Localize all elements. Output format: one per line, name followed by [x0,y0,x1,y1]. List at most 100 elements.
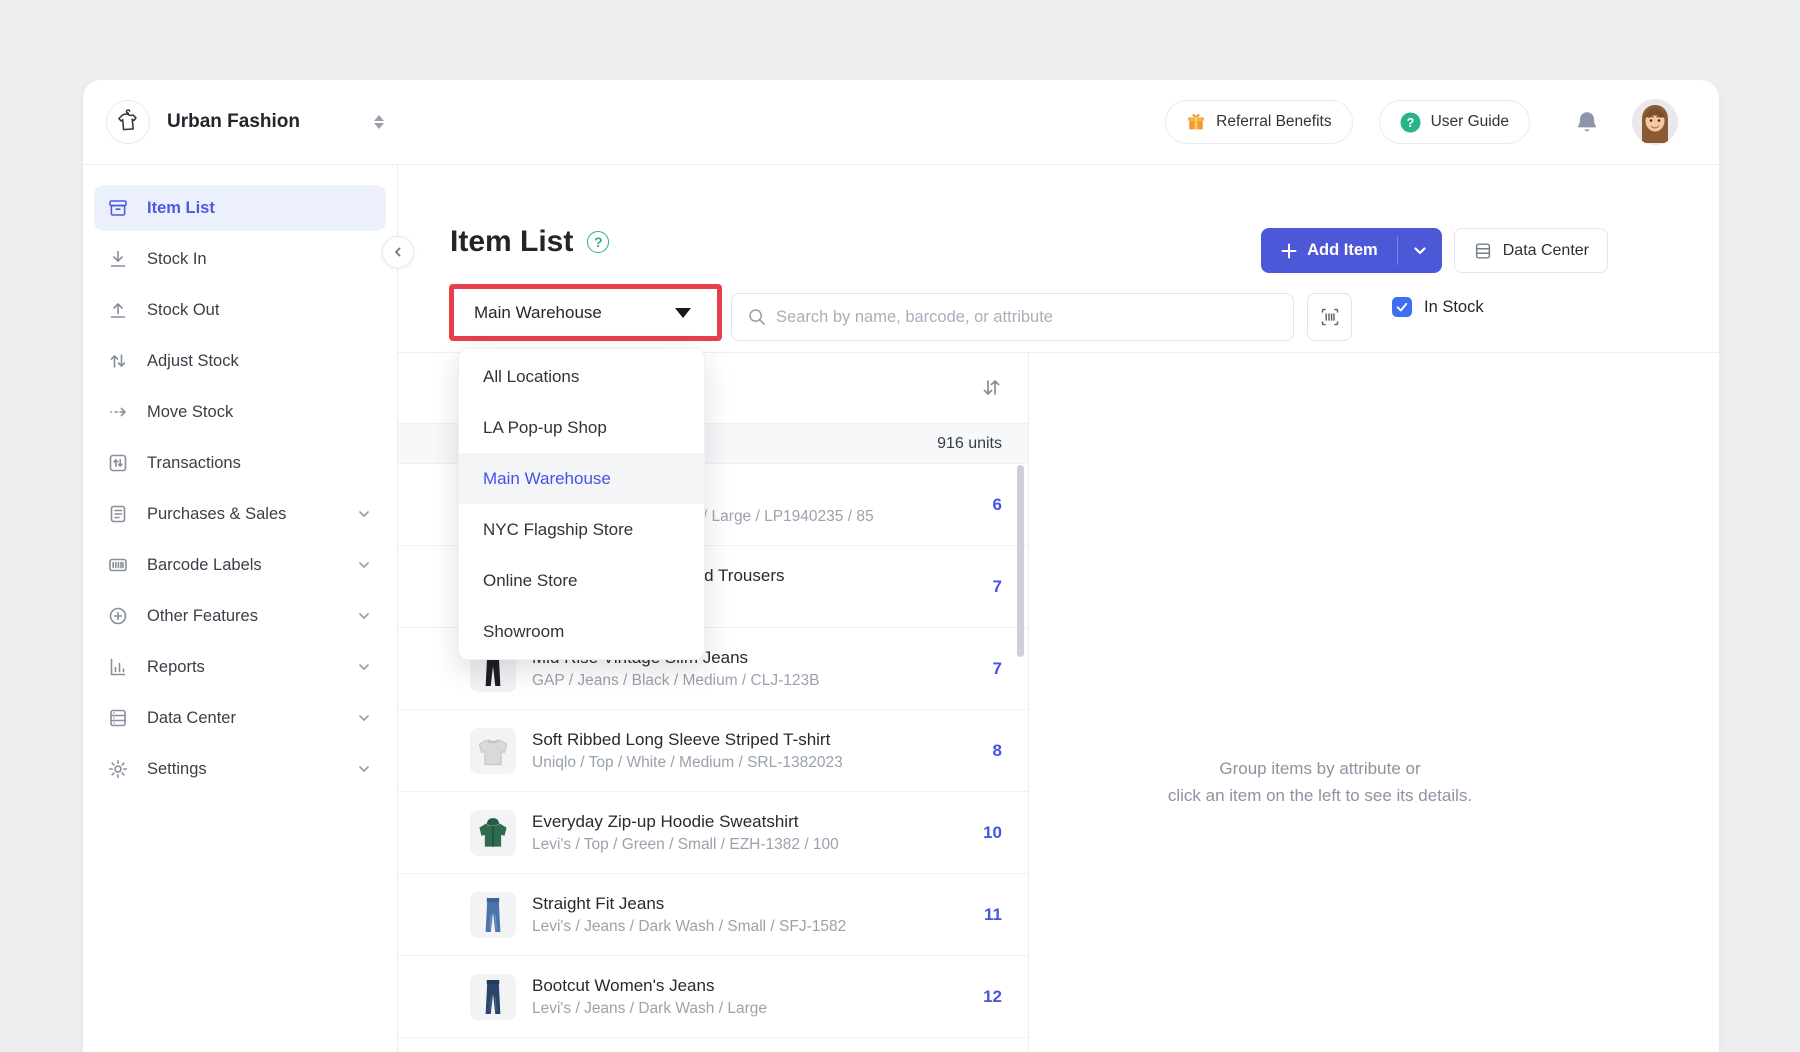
plus-icon [1280,242,1298,260]
user-avatar[interactable] [1632,99,1678,145]
sidebar-item-label: Data Center [147,709,236,728]
item-thumbnail-jeans-dark [470,974,516,1020]
item-attributes: h / Large / LP1940235 / 85 [690,506,874,528]
item-title: Soft Ribbed Long Sleeve Striped T-shirt [532,728,843,752]
help-icon[interactable]: ? [587,231,609,253]
in-stock-filter[interactable]: In Stock [1392,297,1484,317]
user-guide-label: User Guide [1431,113,1509,131]
search-bar [731,293,1294,341]
sidebar-item-other-features[interactable]: Other Features [94,593,386,639]
item-thumbnail-jeans-blue [470,892,516,938]
in-stock-label: In Stock [1424,298,1484,317]
item-row[interactable]: Bootcut Women's Jeans Levi's / Jeans / D… [398,956,1028,1038]
sidebar-item-barcode-labels[interactable]: Barcode Labels [94,542,386,588]
chevron-down-icon [356,710,372,726]
item-quantity: 7 [983,577,1002,597]
archive-box-icon [107,197,129,219]
sidebar-item-label: Transactions [147,454,241,473]
item-quantity: 6 [983,495,1002,515]
sidebar-item-item-list[interactable]: Item List [94,185,386,231]
data-center-button[interactable]: Data Center [1454,228,1608,273]
workspace-logo[interactable] [106,100,150,144]
warehouse-dropdown-menu: All Locations LA Pop-up Shop Main Wareho… [458,348,705,660]
item-title [690,482,874,506]
user-guide-button[interactable]: ? User Guide [1379,100,1530,144]
item-detail-panel: Group items by attribute or click an ite… [1029,353,1719,1052]
page-title: Item List ? [450,225,609,259]
sort-icon[interactable] [978,375,1004,401]
chevron-down-icon [356,557,372,573]
empty-state-message: Group items by attribute or click an ite… [1029,755,1611,809]
sidebar-item-label: Adjust Stock [147,352,239,371]
item-quantity: 7 [983,659,1002,679]
sidebar-item-data-center[interactable]: Data Center [94,695,386,741]
sidebar-item-stock-in[interactable]: Stock In [94,236,386,282]
dropdown-option-nyc-flagship-store[interactable]: NYC Flagship Store [459,504,704,555]
sidebar-item-move-stock[interactable]: Move Stock [94,389,386,435]
barcode-icon [107,554,129,576]
sidebar-item-settings[interactable]: Settings [94,746,386,792]
dropdown-option-online-store[interactable]: Online Store [459,555,704,606]
referral-benefits-button[interactable]: Referral Benefits [1165,100,1352,144]
sidebar-item-adjust-stock[interactable]: Adjust Stock [94,338,386,384]
search-icon [747,307,767,327]
sidebar-item-label: Other Features [147,607,258,626]
item-attributes: Levi's / Jeans / Dark Wash / Small / SFJ… [532,916,846,938]
add-item-dropdown-toggle[interactable] [1398,228,1442,273]
item-row[interactable]: Soft Ribbed Long Sleeve Striped T-shirt … [398,710,1028,792]
bar-chart-icon [107,656,129,678]
item-attributes: Levi's / Jeans / Dark Wash / Large [532,998,767,1020]
app-header: Urban Fashion Referral Benefits [83,80,1719,165]
item-quantity: 12 [973,987,1002,1007]
item-title: Everyday Zip-up Hoodie Sweatshirt [532,810,839,834]
item-attributes: GAP / Jeans / Black / Medium / CLJ-123B [532,670,819,692]
in-stock-checkbox[interactable] [1392,297,1412,317]
barcode-scan-icon [1319,306,1341,328]
main-area: Item List ? Add Item [398,165,1719,1052]
gear-icon [107,758,129,780]
chevron-down-icon [1412,243,1428,259]
warehouse-select-value: Main Warehouse [474,303,602,323]
sidebar-item-label: Purchases & Sales [147,505,286,524]
referral-benefits-label: Referral Benefits [1216,113,1331,131]
add-item-label: Add Item [1307,241,1378,260]
sidebar-item-label: Item List [147,199,215,218]
workspace-switcher-caret-icon[interactable] [374,115,384,129]
sidebar-item-label: Stock In [147,250,207,269]
warehouse-select[interactable]: Main Warehouse [454,289,717,336]
sidebar-item-label: Reports [147,658,205,677]
avatar-memoji [1632,99,1678,145]
item-quantity: 11 [974,905,1002,925]
tshirt-on-hanger-icon [114,108,142,136]
sidebar-item-stock-out[interactable]: Stock Out [94,287,386,333]
sidebar-item-purchases-sales[interactable]: Purchases & Sales [94,491,386,537]
plus-circle-icon [107,605,129,627]
sidebar-item-reports[interactable]: Reports [94,644,386,690]
sidebar-nav: Item List Stock In Stock Out [83,165,398,1052]
dropdown-option-all-locations[interactable]: All Locations [459,351,704,402]
app-viewport: Urban Fashion Referral Benefits [0,0,1800,1052]
sidebar-item-label: Move Stock [147,403,233,422]
workspace-name[interactable]: Urban Fashion [167,111,300,133]
item-thumbnail-sweater-gray [470,728,516,774]
arrow-right-dotted-icon [107,401,129,423]
item-row[interactable]: Everyday Zip-up Hoodie Sweatshirt Levi's… [398,792,1028,874]
header-actions: Add Item Data Center [1261,228,1608,273]
notification-bell-icon[interactable] [1574,109,1600,135]
item-title: Straight Fit Jeans [532,892,846,916]
item-row[interactable]: Straight Fit Jeans Levi's / Jeans / Dark… [398,874,1028,956]
data-center-label: Data Center [1503,242,1589,260]
select-caret-icon [675,308,691,318]
add-item-button[interactable]: Add Item [1261,228,1442,273]
barcode-scan-button[interactable] [1307,293,1352,341]
total-units: 916 units [937,435,1002,453]
arrows-up-down-icon [107,350,129,372]
dropdown-option-la-pop-up-shop[interactable]: LA Pop-up Shop [459,402,704,453]
stack-icon [107,707,129,729]
sidebar-collapse-button[interactable] [382,236,414,268]
dropdown-option-main-warehouse[interactable]: Main Warehouse [459,453,704,504]
dropdown-option-showroom[interactable]: Showroom [459,606,704,657]
search-input[interactable] [731,293,1294,341]
list-scrollbar[interactable] [1017,465,1024,657]
sidebar-item-transactions[interactable]: Transactions [94,440,386,486]
